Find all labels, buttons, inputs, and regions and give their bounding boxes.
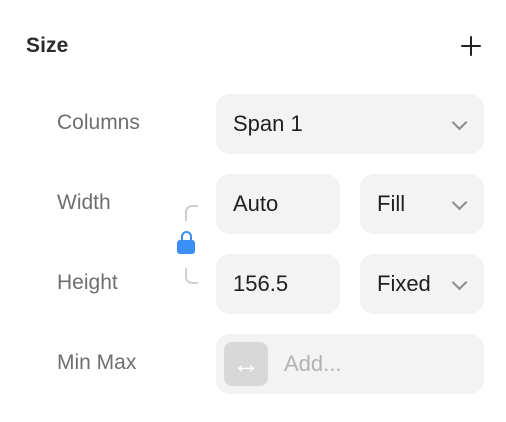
minmax-placeholder: Add...	[284, 351, 342, 376]
horizontal-arrows-icon: ↔	[224, 342, 268, 386]
height-label: Height	[57, 271, 118, 294]
minmax-label: Min Max	[57, 351, 137, 374]
link-bracket-top	[185, 205, 198, 221]
minmax-add-field[interactable]: ↔ Add...	[216, 334, 484, 394]
width-value: Auto	[233, 191, 279, 216]
chevron-down-icon	[451, 274, 468, 291]
chevron-down-icon	[451, 114, 468, 131]
size-panel: Size Columns Span 1 Width Auto Fill Heig…	[0, 0, 506, 422]
section-title: Size	[26, 34, 69, 57]
columns-label: Columns	[57, 111, 140, 134]
link-bracket-bottom	[185, 268, 198, 284]
columns-value: Span 1	[233, 111, 303, 136]
width-mode-value: Fill	[377, 191, 406, 216]
height-input[interactable]: 156.5	[216, 254, 340, 314]
width-input[interactable]: Auto	[216, 174, 340, 234]
width-mode-select[interactable]: Fill	[360, 174, 484, 234]
width-label: Width	[57, 191, 111, 214]
height-mode-select[interactable]: Fixed	[360, 254, 484, 314]
height-mode-value: Fixed	[377, 271, 431, 296]
height-value: 156.5	[233, 271, 289, 296]
plus-icon[interactable]	[455, 30, 487, 62]
columns-select[interactable]: Span 1	[216, 94, 484, 154]
chevron-down-icon	[451, 194, 468, 211]
lock-icon[interactable]	[177, 231, 195, 255]
